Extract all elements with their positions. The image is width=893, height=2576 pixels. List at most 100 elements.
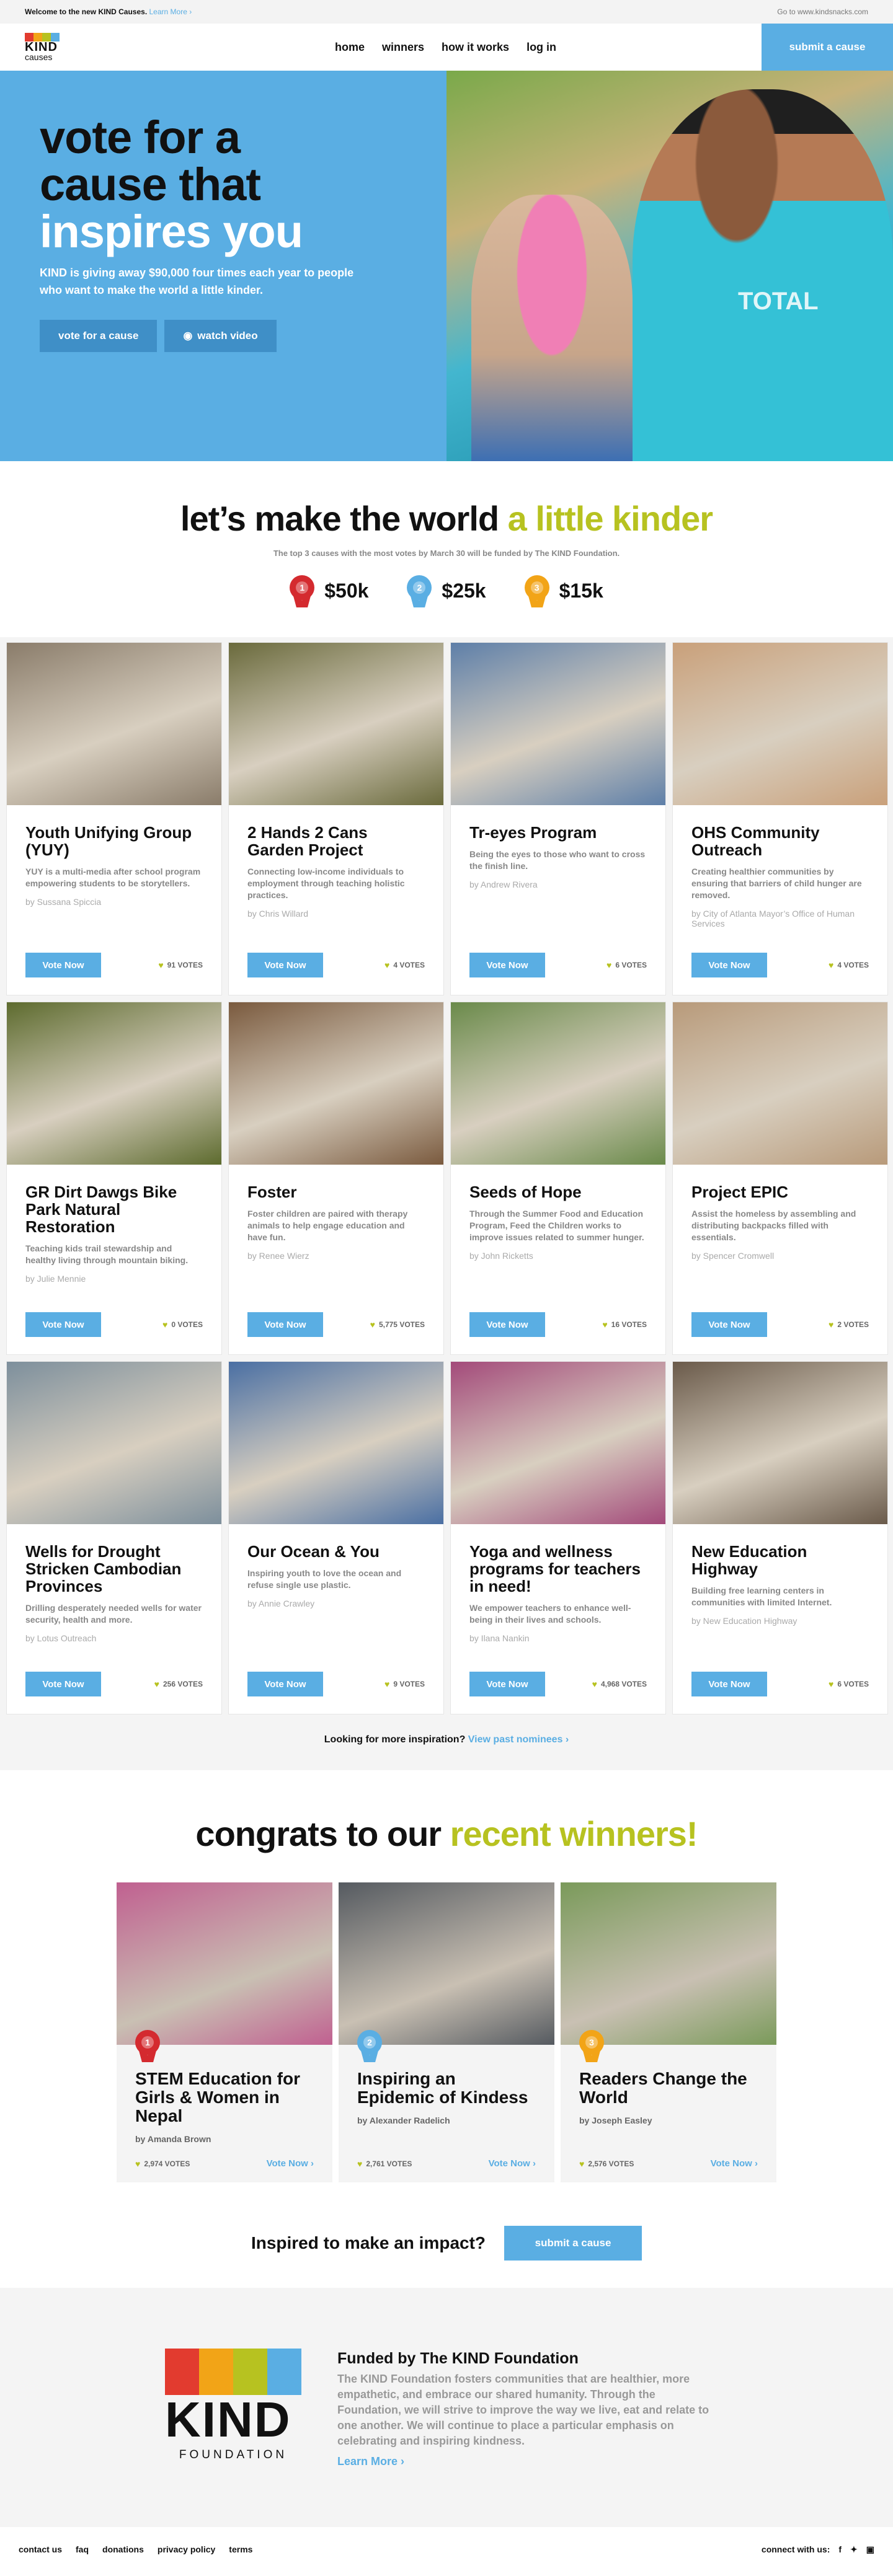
- footer-privacy[interactable]: privacy policy: [158, 2544, 215, 2554]
- prize-1: 1 $50k: [290, 575, 368, 607]
- vote-now-link[interactable]: Vote Now ›: [711, 2158, 758, 2169]
- nav-links: home winners how it works log in: [335, 24, 556, 71]
- vote-now-button[interactable]: Vote Now: [25, 1312, 101, 1337]
- cause-author: by John Ricketts: [469, 1251, 533, 1261]
- cause-card[interactable]: GR Dirt Dawgs Bike Park Natural Restorat…: [6, 1002, 222, 1355]
- kind-causes-logo[interactable]: KIND causes: [25, 33, 74, 61]
- vote-count: ♥ 0 VOTES: [162, 1320, 203, 1330]
- vote-count: ♥ 256 VOTES: [154, 1679, 203, 1689]
- cause-card[interactable]: Tr-eyes Program Being the eyes to those w…: [450, 642, 666, 995]
- cause-card[interactable]: Yoga and wellness programs for teachers …: [450, 1361, 666, 1714]
- cause-title: Tr-eyes Program: [469, 823, 597, 842]
- vote-now-button[interactable]: Vote Now: [469, 1672, 545, 1696]
- vote-now-link[interactable]: Vote Now ›: [267, 2158, 314, 2169]
- ribbon-icon: 3: [524, 575, 549, 607]
- vote-count: ♥ 5,775 VOTES: [370, 1320, 425, 1330]
- foundation-learn-more[interactable]: Learn More ›: [337, 2455, 722, 2468]
- twitter-icon[interactable]: ✦: [850, 2544, 858, 2555]
- vote-count: ♥ 6 VOTES: [606, 960, 647, 970]
- nav-how-it-works[interactable]: how it works: [442, 41, 509, 54]
- nav-log-in[interactable]: log in: [526, 41, 556, 54]
- cause-card[interactable]: OHS Community Outreach Creating healthier…: [672, 642, 888, 995]
- cause-description: Assist the homeless by assembling and di…: [691, 1209, 856, 1242]
- winner-card[interactable]: 1 STEM Education for Girls & Women in Nep…: [117, 1882, 332, 2182]
- footer-faq[interactable]: faq: [76, 2544, 89, 2554]
- winner-author: by Amanda Brown: [135, 2134, 211, 2144]
- vote-now-button[interactable]: Vote Now: [247, 953, 323, 977]
- causes-grid: Youth Unifying Group (YUY) YUY is a multi…: [0, 642, 893, 1714]
- cause-description: YUY is a multi-media after school progra…: [25, 867, 201, 888]
- hero-headline: vote for a cause that inspires you: [40, 112, 303, 257]
- kinder-section: let’s make the world a little kinder The…: [0, 461, 893, 637]
- learn-more-link[interactable]: Learn More ›: [149, 7, 192, 16]
- cause-card[interactable]: New Education Highway Building free learn…: [672, 1361, 888, 1714]
- cause-title: Foster: [247, 1183, 297, 1201]
- vote-now-button[interactable]: Vote Now: [25, 953, 101, 977]
- social-links: connect with us: f ✦ ▣: [762, 2544, 874, 2555]
- vote-now-button[interactable]: Vote Now: [691, 1312, 767, 1337]
- cause-card[interactable]: Youth Unifying Group (YUY) YUY is a multi…: [6, 642, 222, 995]
- heart-icon: ♥: [606, 960, 612, 970]
- prize-3: 3 $15k: [524, 575, 603, 607]
- cause-card[interactable]: Foster Foster children are paired with th…: [228, 1002, 444, 1355]
- watch-video-button[interactable]: ◉ watch video: [164, 320, 277, 352]
- cause-author: by City of Atlanta Mayor’s Office of Hum…: [691, 909, 855, 929]
- vote-now-button[interactable]: Vote Now: [469, 953, 545, 977]
- winners-section: congrats to our recent winners! 1 STEM Ed…: [0, 1770, 893, 2207]
- cause-card[interactable]: Seeds of Hope Through the Summer Food and…: [450, 1002, 666, 1355]
- vote-now-button[interactable]: Vote Now: [691, 953, 767, 977]
- winner-author: by Joseph Easley: [579, 2115, 652, 2125]
- vote-for-cause-button[interactable]: vote for a cause: [40, 320, 158, 352]
- foundation-text: Funded by The KIND Foundation The KIND F…: [337, 2349, 722, 2527]
- instagram-icon[interactable]: ▣: [866, 2544, 874, 2555]
- footer-terms[interactable]: terms: [229, 2544, 252, 2554]
- vote-now-button[interactable]: Vote Now: [469, 1312, 545, 1337]
- vote-count: ♥ 91 VOTES: [158, 960, 203, 970]
- cause-card[interactable]: Project EPIC Assist the homeless by assem…: [672, 1002, 888, 1355]
- prize-amount: $15k: [559, 579, 603, 602]
- facebook-icon[interactable]: f: [838, 2544, 842, 2554]
- vote-now-link[interactable]: Vote Now ›: [489, 2158, 536, 2169]
- hero-photo: TOTAL: [446, 71, 893, 461]
- connect-label: connect with us:: [761, 2544, 830, 2554]
- footer-donations[interactable]: donations: [102, 2544, 144, 2554]
- cause-photo: [451, 643, 665, 805]
- winner-card[interactable]: 3 Readers Change the World by Joseph Easle…: [561, 1882, 776, 2182]
- cause-card[interactable]: Wells for Drought Stricken Cambodian Pro…: [6, 1361, 222, 1714]
- submit-cause-nav-button[interactable]: submit a cause: [762, 24, 893, 71]
- hero-text-panel: vote for a cause that inspires you KIND is…: [0, 71, 446, 461]
- cause-card[interactable]: 2 Hands 2 Cans Garden Project Connecting …: [228, 642, 444, 995]
- kinder-subtitle: The top 3 causes with the most votes by …: [273, 549, 620, 558]
- cause-description: Foster children are paired with therapy …: [247, 1209, 408, 1242]
- top-announcement-bar: Welcome to the new KIND Causes. Learn Mo…: [0, 0, 893, 24]
- cause-card[interactable]: Our Ocean & You Inspiring youth to love t…: [228, 1361, 444, 1714]
- ribbon-icon: 3: [579, 2030, 604, 2062]
- prize-amount: $25k: [442, 579, 486, 602]
- vote-count: ♥ 2,576 VOTES: [579, 2158, 634, 2169]
- play-icon: ◉: [183, 330, 193, 342]
- cause-description: Creating healthier communities by ensuri…: [691, 867, 862, 900]
- vote-count: ♥ 6 VOTES: [829, 1679, 869, 1689]
- vote-count: ♥ 2,974 VOTES: [135, 2158, 190, 2169]
- cause-description: Being the eyes to those who want to cros…: [469, 849, 646, 871]
- cause-photo: [451, 1002, 665, 1165]
- nav-home[interactable]: home: [335, 41, 365, 54]
- heart-icon: ♥: [162, 1320, 168, 1330]
- hero: vote for a cause that inspires you KIND is…: [0, 71, 893, 461]
- vote-now-button[interactable]: Vote Now: [691, 1672, 767, 1696]
- footer-links: contact us faq donations privacy policy …: [19, 2544, 252, 2554]
- cause-description: We empower teachers to enhance well-bein…: [469, 1603, 631, 1625]
- vote-now-button[interactable]: Vote Now: [247, 1672, 323, 1696]
- past-nominees-link[interactable]: View past nominees ›: [468, 1734, 569, 1745]
- heart-icon: ♥: [602, 1320, 608, 1330]
- nav-winners[interactable]: winners: [382, 41, 424, 54]
- heart-icon: ♥: [357, 2158, 363, 2169]
- submit-cause-button[interactable]: submit a cause: [504, 2226, 642, 2261]
- vote-now-button[interactable]: Vote Now: [247, 1312, 323, 1337]
- prize-2: 2 $25k: [407, 575, 486, 607]
- winner-card[interactable]: 2 Inspiring an Epidemic of Kindess by Alex…: [339, 1882, 554, 2182]
- photo-child: [471, 195, 633, 461]
- kindsnacks-link[interactable]: Go to www.kindsnacks.com: [777, 7, 868, 16]
- footer-contact[interactable]: contact us: [19, 2544, 62, 2554]
- vote-now-button[interactable]: Vote Now: [25, 1672, 101, 1696]
